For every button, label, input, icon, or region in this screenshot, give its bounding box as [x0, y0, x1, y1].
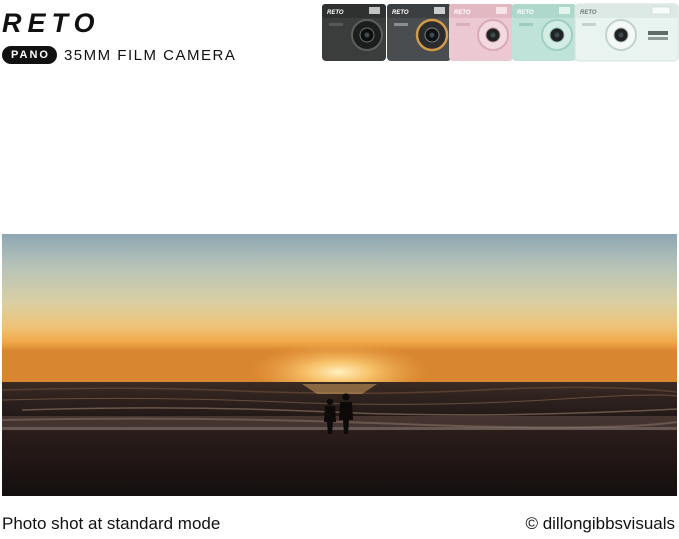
camera-pink: RETO: [449, 4, 513, 61]
brand-logo: RETO: [2, 8, 101, 38]
camera-label: RETO: [392, 10, 409, 16]
camera-grey: RETO: [387, 4, 451, 61]
photo-credit: © dillongibbsvisuals: [525, 514, 675, 533]
camera-label: RETO: [327, 10, 344, 16]
camera-label: RETO: [517, 10, 534, 16]
camera-label: RETO: [580, 10, 597, 16]
sunset-beach-photo: [2, 234, 677, 496]
camera-mint: RETO: [512, 4, 576, 61]
photo-caption: Photo shot at standard mode: [2, 514, 221, 533]
pano-badge: PANO: [2, 46, 57, 64]
camera-label: RETO: [454, 10, 471, 16]
camera-black: RETO: [322, 4, 386, 61]
product-subtitle: 35MM FILM CAMERA: [63, 46, 237, 64]
camera-lineup-image: RETO RETO RETO RETO RETO: [322, 3, 679, 62]
product-subline: PANO 35MM FILM CAMERA: [2, 45, 236, 65]
camera-white: RETO: [574, 3, 679, 62]
